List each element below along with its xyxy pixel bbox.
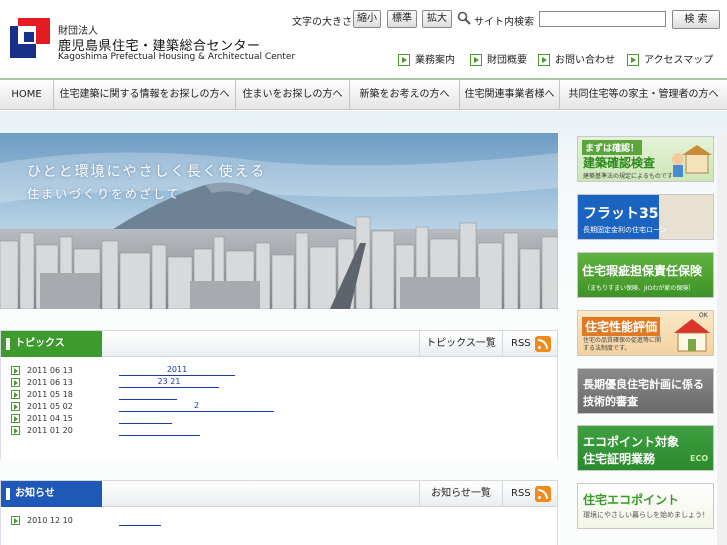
hero-image: ひとと環境にやさしく長く使える 住まいづくりをめざして: [0, 133, 558, 309]
font-standard-button[interactable]: 標準: [387, 10, 417, 28]
list-item: 2011 04 15: [1, 413, 559, 425]
topics-rss-link[interactable]: RSS: [502, 331, 558, 357]
notices-rss-link[interactable]: RSS: [502, 481, 558, 507]
list-item: 2011 06 13 23 21: [1, 377, 559, 389]
arrow-icon: [11, 414, 20, 423]
arrow-icon: [11, 390, 20, 399]
item-link[interactable]: 2: [119, 401, 274, 412]
banner-housing-eco-point[interactable]: 住宅エコポイント 環境にやさしい暮らしを始めましょう！: [577, 483, 714, 529]
item-date: 2011 06 13: [27, 378, 73, 387]
rss-icon: [535, 486, 551, 502]
city-skyline-image: [0, 133, 558, 309]
side-scrollbar[interactable]: [717, 133, 727, 545]
house-ok-icon: [674, 319, 710, 352]
item-link[interactable]: [119, 515, 161, 526]
search-icon: [457, 11, 471, 25]
banner-long-life-housing[interactable]: 長期優良住宅計画に係る 技術的審査: [577, 368, 714, 414]
arrow-icon: [398, 54, 410, 66]
nav-home[interactable]: HOME: [0, 80, 54, 110]
utility-link-business[interactable]: 業務案内: [398, 51, 455, 66]
nav-new-build[interactable]: 新築をお考えの方へ: [350, 80, 460, 110]
nav-landlords[interactable]: 共同住宅等の家主・管理者の方へ: [560, 80, 727, 110]
item-date: 2011 05 02: [27, 402, 73, 411]
topics-list: 2011 06 13 2011 2011 06 13 23 21 2011 05 18 2…: [0, 357, 558, 459]
banner-eco-point-certification[interactable]: エコポイント対象 住宅証明業務 ECO: [577, 425, 714, 471]
banner-performance-evaluation[interactable]: 住宅性能評価 住宅の品質確保の促進等に関する法制度です。 OK: [577, 310, 714, 356]
list-item: 2011 06 13 2011: [1, 365, 559, 377]
utility-link-about[interactable]: 財団概要: [470, 51, 527, 66]
list-item: 2011 05 18: [1, 389, 559, 401]
nav-info-seekers[interactable]: 住宅建築に関する情報をお探しの方へ: [54, 80, 236, 110]
global-nav: HOME 住宅建築に関する情報をお探しの方へ 住まいをお探しの方へ 新築をお考え…: [0, 78, 727, 110]
search-label: サイト内検索: [474, 17, 534, 28]
org-name-en: Kagoshima Prefectual Housing & Architect…: [58, 52, 296, 62]
arrow-icon: [11, 366, 20, 375]
topics-header: トピックス トピックス一覧 RSS: [0, 330, 558, 357]
notices-header: お知らせ お知らせ一覧 RSS: [0, 480, 558, 507]
item-link[interactable]: [119, 425, 200, 436]
font-small-button[interactable]: 縮小: [353, 10, 381, 28]
arrow-icon: [11, 516, 20, 525]
item-link[interactable]: 23 21: [119, 377, 219, 388]
item-date: 2011 06 13: [27, 366, 73, 375]
item-date: 2011 01 20: [27, 426, 73, 435]
topics-list-link[interactable]: トピックス一覧: [419, 331, 502, 357]
arrow-icon: [470, 54, 482, 66]
item-date: 2010 12 10: [27, 516, 73, 525]
arrow-icon: [11, 378, 20, 387]
font-large-button[interactable]: 拡大: [422, 10, 452, 28]
topics-title: トピックス: [1, 331, 102, 357]
arrow-icon: [11, 426, 20, 435]
hero-subheadline: 住まいづくりをめざして: [27, 187, 181, 201]
arrow-icon: [538, 54, 550, 66]
arrow-icon: [11, 402, 20, 411]
notices-list-link[interactable]: お知らせ一覧: [419, 481, 502, 507]
list-item: 2011 01 20: [1, 425, 559, 437]
banner-flat35[interactable]: フラット35 長期固定金利の住宅ローン: [577, 194, 714, 240]
site-header: 財団法人 鹿児島県住宅・建築総合センター Kagoshima Prefectua…: [0, 0, 727, 76]
hero-headline: ひとと環境にやさしく長く使える: [27, 164, 267, 180]
banner-defect-insurance[interactable]: 住宅瑕疵担保責任保険 （まもりすまい保険、JIOわが家の保険）: [577, 252, 714, 298]
nav-businesses[interactable]: 住宅関連事業者様へ: [460, 80, 560, 110]
house-illustration-icon: [672, 145, 712, 177]
nav-home-seekers[interactable]: 住まいをお探しの方へ: [236, 80, 350, 110]
rss-icon: [535, 336, 551, 352]
list-item: 2010 12 10: [1, 515, 559, 527]
item-date: 2011 05 18: [27, 390, 73, 399]
item-link[interactable]: [119, 413, 172, 424]
banner-building-confirmation[interactable]: まずは確認！ 建築確認検査 建築基準法の規定によるものです: [577, 136, 714, 182]
item-link[interactable]: [119, 389, 177, 400]
search-button[interactable]: 検 索: [672, 10, 720, 29]
item-date: 2011 04 15: [27, 414, 73, 423]
item-link[interactable]: 2011: [119, 365, 235, 376]
utility-link-access[interactable]: アクセスマップ: [627, 51, 713, 66]
arrow-icon: [627, 54, 639, 66]
logo-icon[interactable]: [10, 18, 50, 58]
font-size-label: 文字の大きさ: [292, 17, 352, 28]
notices-title: お知らせ: [1, 481, 102, 507]
search-input[interactable]: [539, 11, 666, 27]
utility-link-contact[interactable]: お問い合わせ: [538, 51, 615, 66]
notices-list: 2010 12 10: [0, 507, 558, 545]
list-item: 2011 05 02 2: [1, 401, 559, 413]
